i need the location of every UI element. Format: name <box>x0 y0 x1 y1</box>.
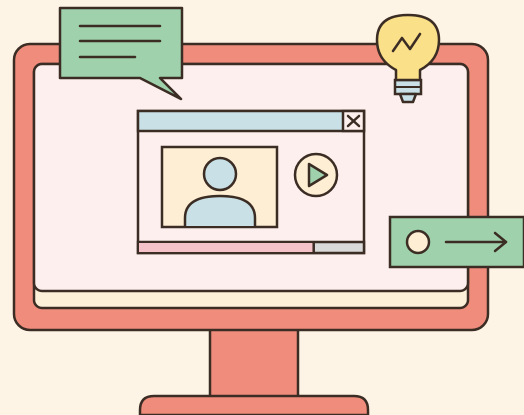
video-player-window <box>136 109 366 255</box>
arrow-right-icon[interactable] <box>388 215 524 269</box>
video-progress-bar[interactable] <box>136 240 366 255</box>
play-icon[interactable] <box>293 152 339 198</box>
window-titlebar <box>136 109 366 133</box>
monitor-stand-neck <box>208 318 300 402</box>
close-icon[interactable] <box>341 109 366 133</box>
online-learning-illustration <box>12 6 524 415</box>
monitor-stand-base <box>138 394 370 415</box>
